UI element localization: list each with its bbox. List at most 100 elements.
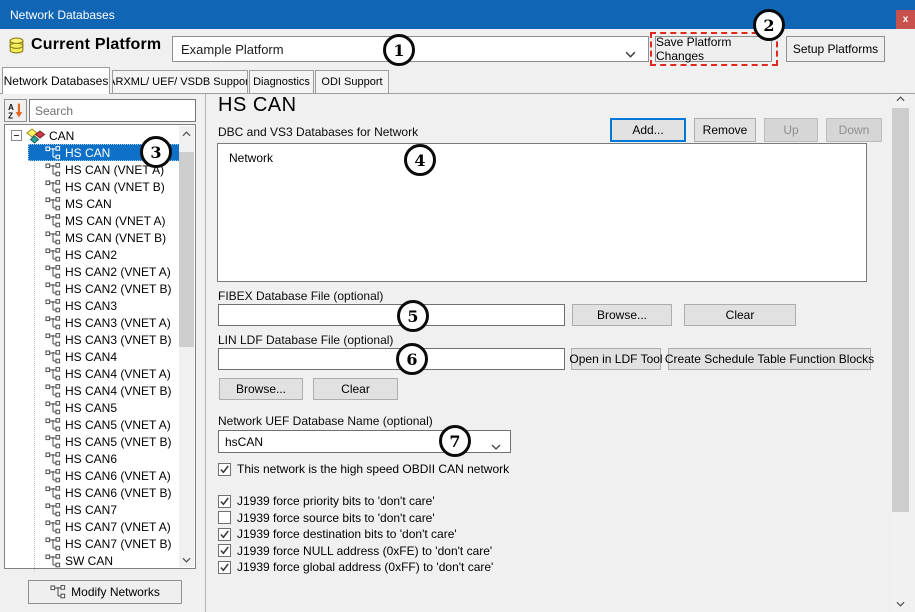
scroll-down-icon[interactable] <box>179 552 194 567</box>
tree-item[interactable]: HS CAN2 (VNET B) <box>28 280 180 297</box>
create-schedule-table-function-blocks-button[interactable]: Create Schedule Table Function Blocks <box>668 348 871 370</box>
tree-scrollbar[interactable] <box>179 126 194 567</box>
fibex-file-label: FIBEX Database File (optional) <box>218 289 383 303</box>
close-icon: x <box>903 14 909 25</box>
network-node-icon <box>45 401 61 415</box>
network-tree[interactable]: CAN HS CAN HS CAN (VNET A) HS CAN (VNET … <box>4 124 196 569</box>
tree-item[interactable]: HS CAN3 <box>28 297 180 314</box>
tree-item-label: HS CAN4 <box>65 350 117 364</box>
main-scrollbar[interactable] <box>892 90 909 612</box>
checkbox[interactable] <box>218 511 231 524</box>
checkbox-row[interactable]: J1939 force global address (0xFF) to 'do… <box>218 559 493 576</box>
obd-checkbox-slot: This network is the high speed OBDII CAN… <box>218 461 509 478</box>
setup-platforms-button[interactable]: Setup Platforms <box>786 36 885 62</box>
tree-item[interactable]: HS CAN2 (VNET A) <box>28 263 180 280</box>
fibex-clear-button[interactable]: Clear <box>684 304 796 326</box>
tree-item[interactable]: HS CAN6 (VNET B) <box>28 484 180 501</box>
close-button[interactable]: x <box>896 10 915 29</box>
checkbox[interactable] <box>218 528 231 541</box>
network-heading: HS CAN <box>218 94 297 117</box>
j1939-group: J1939 force priority bits to 'don't care… <box>218 493 493 576</box>
checkbox-row[interactable]: J1939 force priority bits to 'don't care… <box>218 493 493 510</box>
tab-arxml-uef-vsdb-support[interactable]: ARXML/ UEF/ VSDB Support <box>112 70 248 93</box>
scroll-up-icon[interactable] <box>179 126 194 141</box>
network-node-icon <box>45 452 61 466</box>
database-icon <box>8 37 25 54</box>
tree-item-label: HS CAN2 (VNET B) <box>65 282 171 296</box>
network-node-icon <box>45 537 61 551</box>
tree-item-label: HS CAN4 (VNET B) <box>65 384 171 398</box>
tree-item-label: MS CAN (VNET B) <box>65 231 166 245</box>
tree-item[interactable]: HS CAN5 <box>28 399 180 416</box>
sort-az-button[interactable]: A Z <box>4 99 27 122</box>
checkmark-icon <box>219 529 230 540</box>
network-node-icon <box>45 384 61 398</box>
tree-item[interactable]: MS CAN <box>28 195 180 212</box>
down-button[interactable]: Down <box>826 118 882 142</box>
tree-item[interactable]: HS CAN2 <box>28 246 180 263</box>
lin-browse-button[interactable]: Browse... <box>219 378 303 400</box>
callout-4: 4 <box>404 144 436 176</box>
tree-item[interactable]: HS CAN7 (VNET B) <box>28 535 180 552</box>
modify-networks-button[interactable]: Modify Networks <box>28 580 182 604</box>
tree-item[interactable]: HS CAN (VNET B) <box>28 178 180 195</box>
tree-scrollbar-thumb[interactable] <box>179 152 194 347</box>
tree-item[interactable]: HS CAN7 (VNET A) <box>28 518 180 535</box>
network-node-icon <box>45 163 61 177</box>
checkbox-label: This network is the high speed OBDII CAN… <box>237 462 509 476</box>
checkbox[interactable] <box>218 561 231 574</box>
checkbox-row[interactable]: J1939 force NULL address (0xFE) to 'don'… <box>218 543 493 560</box>
tree-item-label: HS CAN3 <box>65 299 117 313</box>
platform-dropdown-value: Example Platform <box>181 42 284 57</box>
save-platform-changes-button[interactable]: Save Platform Changes <box>655 36 772 62</box>
tree-item[interactable]: HS CAN4 <box>28 348 180 365</box>
network-node-icon <box>45 282 61 296</box>
lin-ldf-file-label: LIN LDF Database File (optional) <box>218 333 393 347</box>
add-button[interactable]: Add... <box>610 118 686 142</box>
tree-item[interactable]: MS CAN (VNET B) <box>28 229 180 246</box>
callout-1: 1 <box>383 34 415 66</box>
tree-item[interactable]: MS CAN (VNET A) <box>28 212 180 229</box>
tree-item[interactable]: HS CAN4 (VNET B) <box>28 382 180 399</box>
tree-item[interactable]: HS CAN6 (VNET A) <box>28 467 180 484</box>
fibex-browse-button[interactable]: Browse... <box>572 304 672 326</box>
tree-item[interactable]: HS CAN3 (VNET A) <box>28 314 180 331</box>
collapse-expander-icon[interactable] <box>11 130 22 141</box>
tab-odi-support[interactable]: ODI Support <box>315 70 389 93</box>
tree-item[interactable]: HS CAN6 <box>28 450 180 467</box>
tree-item[interactable]: HS CAN7 <box>28 501 180 518</box>
checkbox[interactable] <box>218 463 231 476</box>
open-in-ldf-tool-button[interactable]: Open in LDF Tool <box>571 348 661 370</box>
search-input[interactable] <box>29 99 196 122</box>
checkbox-row[interactable]: J1939 force source bits to 'don't care' <box>218 510 493 527</box>
tree-item[interactable]: SW CAN <box>28 552 180 569</box>
lin-clear-button[interactable]: Clear <box>313 378 398 400</box>
checkbox[interactable] <box>218 544 231 557</box>
scroll-down-icon[interactable] <box>892 595 909 612</box>
checkbox-row[interactable]: J1939 force destination bits to 'don't c… <box>218 526 493 543</box>
obdii-network-checkbox[interactable]: This network is the high speed OBDII CAN… <box>218 461 509 478</box>
checkmark-icon <box>219 562 230 573</box>
databases-listbox[interactable]: Network <box>217 143 867 282</box>
tree-item-label: HS CAN5 (VNET B) <box>65 435 171 449</box>
tab-diagnostics[interactable]: Diagnostics <box>249 70 314 93</box>
tree-item-label: HS CAN6 (VNET A) <box>65 469 171 483</box>
tree-item[interactable]: HS CAN5 (VNET B) <box>28 433 180 450</box>
chevron-down-icon <box>491 439 501 453</box>
can-bus-icon <box>26 128 46 144</box>
up-button[interactable]: Up <box>764 118 818 142</box>
network-node-icon <box>45 299 61 313</box>
tree-item[interactable]: HS CAN3 (VNET B) <box>28 331 180 348</box>
tree-item[interactable]: HS CAN4 (VNET A) <box>28 365 180 382</box>
tree-item-label: HS CAN7 <box>65 503 117 517</box>
checkbox-label: J1939 force NULL address (0xFE) to 'don'… <box>237 544 492 558</box>
fibex-file-input[interactable] <box>218 304 565 326</box>
lin-ldf-file-input[interactable] <box>218 348 565 370</box>
checkbox-label: J1939 force source bits to 'don't care' <box>237 511 435 525</box>
remove-button[interactable]: Remove <box>694 118 756 142</box>
main-scrollbar-thumb[interactable] <box>892 108 909 512</box>
network-node-icon <box>45 503 61 517</box>
tab-network-databases[interactable]: Network Databases <box>2 67 110 94</box>
checkbox[interactable] <box>218 495 231 508</box>
tree-item[interactable]: HS CAN5 (VNET A) <box>28 416 180 433</box>
